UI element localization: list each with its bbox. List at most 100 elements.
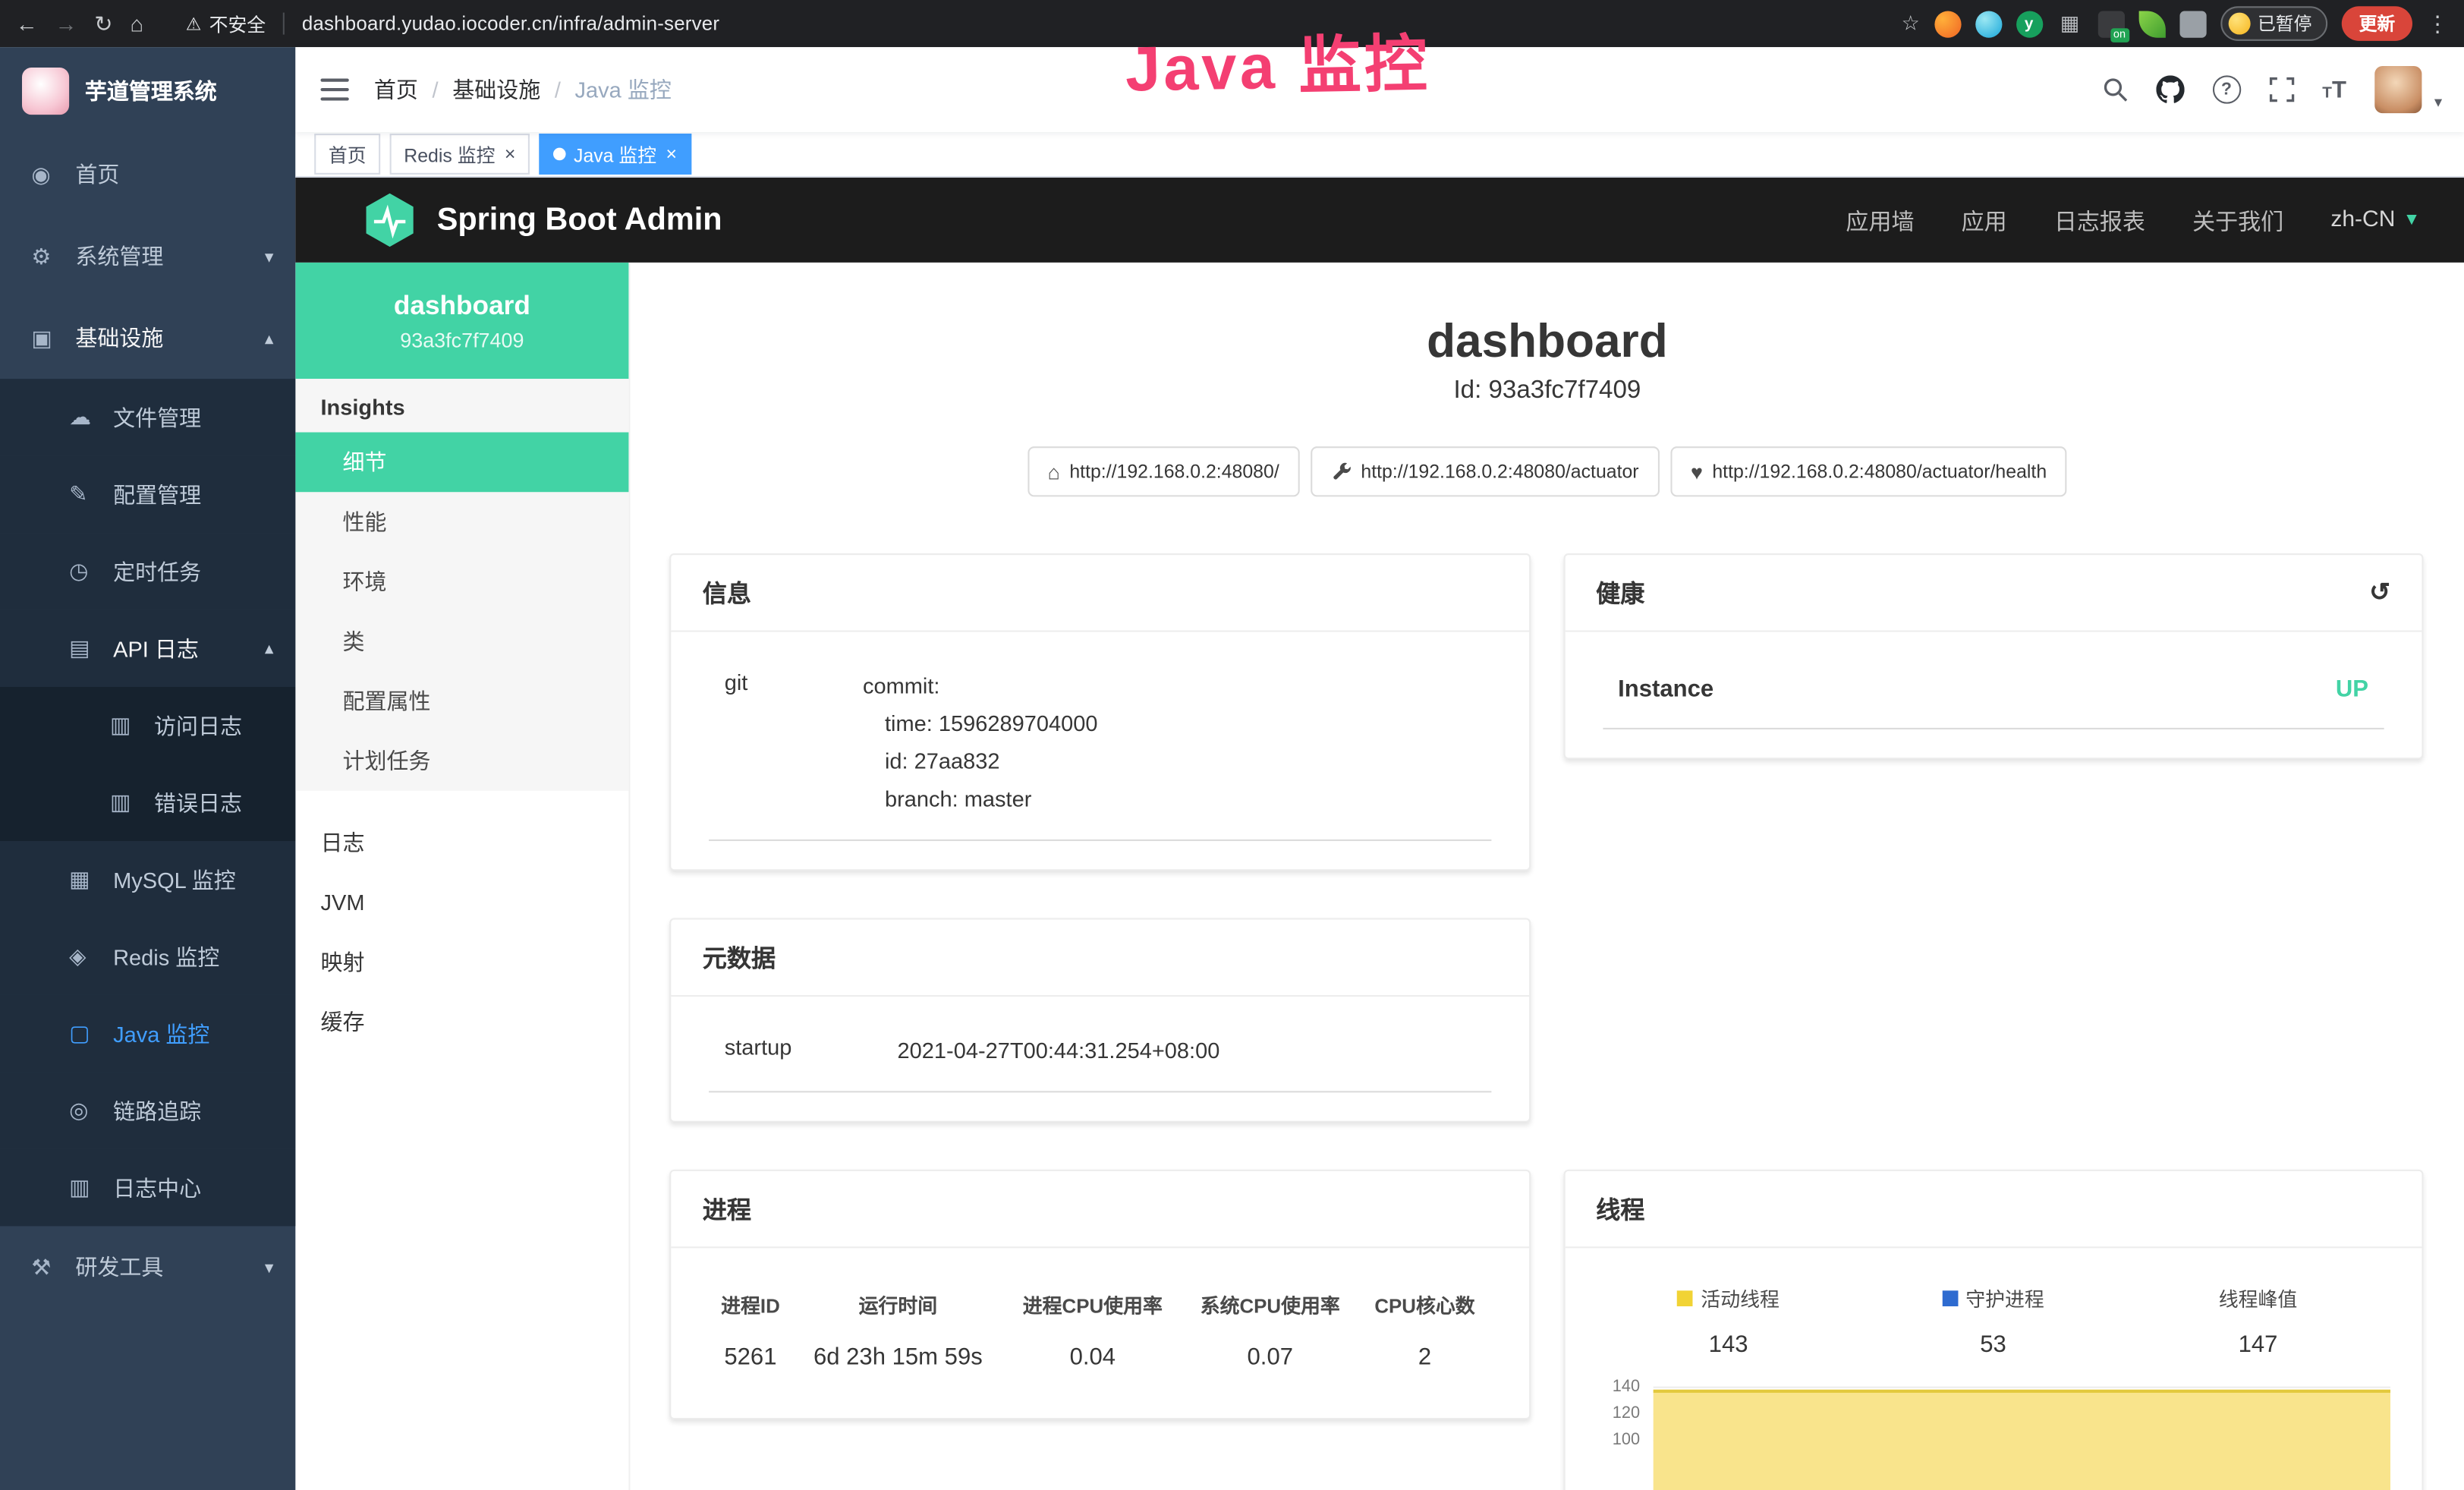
profile-paused-badge[interactable]: 已暂停 [2220, 6, 2327, 41]
fullscreen-icon[interactable] [2269, 77, 2294, 102]
sidebar-item-java-monitor[interactable]: ▢Java 监控 [0, 995, 295, 1072]
tab-close-icon[interactable]: × [505, 143, 516, 165]
browser-menu-dots-icon[interactable]: ⋮ [2427, 10, 2449, 36]
metadata-card-body: startup 2021-04-27T00:44:31.254+08:00 [671, 997, 1528, 1121]
legend-item: 线程峰值147 [2126, 1283, 2390, 1358]
emoji-face-icon [2228, 13, 2250, 35]
extension-icon-fox[interactable] [1934, 10, 1960, 36]
link-url: http://192.168.0.2:48080/actuator/health [1712, 461, 2047, 483]
reload-icon[interactable]: ↻ [94, 10, 112, 36]
locale-selector[interactable]: zh-CN ▼ [2330, 207, 2420, 232]
tab-close-icon[interactable]: × [666, 143, 678, 165]
app-logo [22, 67, 69, 114]
sba-menu-item[interactable]: 类 [295, 612, 628, 672]
process-col-header: 进程ID [709, 1280, 792, 1328]
extension-icon-drop[interactable] [1975, 10, 2001, 36]
instance-link-heart[interactable]: ♥http://192.168.0.2:48080/actuator/healt… [1670, 446, 2067, 496]
forward-icon[interactable]: → [55, 11, 77, 36]
sba-menu-item[interactable]: 配置属性 [295, 671, 628, 731]
extensions-puzzle-icon[interactable] [2179, 10, 2205, 36]
timer-icon: ◷ [69, 558, 104, 584]
history-icon[interactable]: ↺ [2369, 577, 2390, 608]
sba-menu-item[interactable]: 映射 [295, 932, 628, 992]
sba-nav-item-1[interactable]: 应用 [1962, 203, 2007, 236]
extension-icon-grid[interactable]: ▦ [2056, 10, 2083, 36]
main-area: 首页/基础设施/Java 监控 ? TT ▾ [295, 47, 2464, 1490]
tab-1[interactable]: Redis 监控× [390, 134, 530, 175]
sidebar-item-label: API 日志 [113, 633, 199, 664]
y-tick-label: 100 [1613, 1431, 1640, 1450]
font-size-icon[interactable]: TT [2322, 76, 2346, 102]
sidebar-item-mysql[interactable]: ▦MySQL 监控 [0, 841, 295, 918]
legend-label: 线程峰值 [2219, 1283, 2298, 1312]
wrench-icon [1331, 461, 1352, 482]
sidebar-item-trace[interactable]: ◎链路追踪 [0, 1072, 295, 1148]
search-icon[interactable] [2102, 77, 2127, 102]
sidebar-item-api-log[interactable]: ▤API 日志▴ [0, 610, 295, 687]
health-card-body: Instance UP [1565, 632, 2422, 758]
health-card-header: 健康 ↺ [1565, 555, 2422, 632]
sidebar-item-infrastructure[interactable]: ▣基础设施▴ [0, 297, 295, 379]
process-value: 2 [1359, 1328, 1491, 1390]
security-chip[interactable]: ⚠ 不安全 [186, 10, 266, 36]
mysql-icon: ▦ [69, 866, 104, 893]
api-log-icon: ▤ [69, 635, 104, 662]
insights-items: 细节性能环境类配置属性计划任务 [295, 433, 628, 791]
sidebar-toggle-icon[interactable] [320, 79, 348, 101]
browser-home-icon[interactable]: ⌂ [130, 11, 143, 36]
sba-menu-item[interactable]: 日志 [295, 813, 628, 873]
bookmark-star-icon[interactable]: ☆ [1902, 11, 1920, 36]
sidebar-item-redis[interactable]: ◈Redis 监控 [0, 918, 295, 994]
extension-icon-green-y[interactable]: y [2016, 10, 2042, 36]
extension-icon-on-badge[interactable]: on [2097, 10, 2124, 36]
user-avatar[interactable] [2374, 66, 2422, 113]
extension-icon-leaf[interactable] [2138, 10, 2165, 36]
sidebar-item-dashboard[interactable]: ◉首页 [0, 134, 295, 216]
sidebar-item-log-center[interactable]: ▥日志中心 [0, 1149, 295, 1226]
sba-menu-item[interactable]: 环境 [295, 552, 628, 612]
browser-toolbar-right: ☆ y ▦ on 已暂停 更新 ⋮ [1902, 6, 2449, 41]
sba-menu-item[interactable]: 性能 [295, 492, 628, 552]
sba-nav-items: 应用墙 应用 日志报表 关于我们 [1846, 203, 2283, 236]
sidebar-item-label: 文件管理 [113, 402, 201, 433]
instance-links: ⌂http://192.168.0.2:48080/http://192.168… [630, 446, 2464, 496]
avatar-caret-icon: ▾ [2434, 93, 2442, 111]
sidebar-item-access-log[interactable]: ▥访问日志 [0, 687, 295, 764]
y-tick-label: 140 [1613, 1377, 1640, 1396]
back-icon[interactable]: ← [16, 11, 38, 36]
tab-2[interactable]: Java 监控× [539, 134, 691, 175]
sidebar-item-timer[interactable]: ◷定时任务 [0, 533, 295, 610]
instance-link-wrench[interactable]: http://192.168.0.2:48080/actuator [1311, 446, 1659, 496]
legend-swatch-icon [1942, 1290, 1958, 1306]
sidebar-item-cloud[interactable]: ☁文件管理 [0, 379, 295, 455]
devtools-icon: ⚒ [31, 1254, 66, 1281]
legend-value: 53 [1861, 1331, 2126, 1358]
sba-nav-item-3[interactable]: 关于我们 [2192, 203, 2283, 236]
sba-menu-item[interactable]: 细节 [295, 433, 628, 493]
sba-menu-item[interactable]: 计划任务 [295, 731, 628, 791]
edit-icon: ✎ [69, 481, 104, 508]
sba-menu-item[interactable]: JVM [295, 872, 628, 932]
breadcrumb-item-0[interactable]: 首页 [374, 74, 418, 105]
sba-nav-item-2[interactable]: 日志报表 [2054, 203, 2145, 236]
sba-sidebar: dashboard 93a3fc7f7409 Insights 细节性能环境类配… [295, 263, 630, 1490]
sba-nav-item-0[interactable]: 应用墙 [1846, 203, 1914, 236]
help-icon[interactable]: ? [2212, 75, 2240, 103]
sidebar-item-edit[interactable]: ✎配置管理 [0, 456, 295, 533]
sidebar-item-gear[interactable]: ⚙系统管理▾ [0, 216, 295, 298]
sba-nav: 应用墙 应用 日志报表 关于我们 zh-CN ▼ [1846, 203, 2420, 236]
process-card-header: 进程 [671, 1171, 1528, 1248]
address-bar-url[interactable]: dashboard.yudao.iocoder.cn/infra/admin-s… [302, 13, 719, 35]
update-button[interactable]: 更新 [2342, 6, 2412, 41]
instance-link-home[interactable]: ⌂http://192.168.0.2:48080/ [1027, 446, 1300, 496]
sba-menu-item[interactable]: 缓存 [295, 992, 628, 1052]
admin-menu: ◉首页⚙系统管理▾▣基础设施▴☁文件管理✎配置管理◷定时任务▤API 日志▴▥访… [0, 134, 295, 1308]
insights-label: Insights [295, 379, 628, 432]
breadcrumb-item-1[interactable]: 基础设施 [452, 74, 540, 105]
github-icon[interactable] [2156, 75, 2184, 103]
sidebar-item-devtools[interactable]: ⚒研发工具▾ [0, 1226, 295, 1308]
instance-header[interactable]: dashboard 93a3fc7f7409 [295, 263, 628, 379]
dashboard-icon: ◉ [31, 161, 66, 187]
sidebar-item-error-log[interactable]: ▥错误日志 [0, 764, 295, 841]
tab-0[interactable]: 首页 [314, 134, 380, 175]
